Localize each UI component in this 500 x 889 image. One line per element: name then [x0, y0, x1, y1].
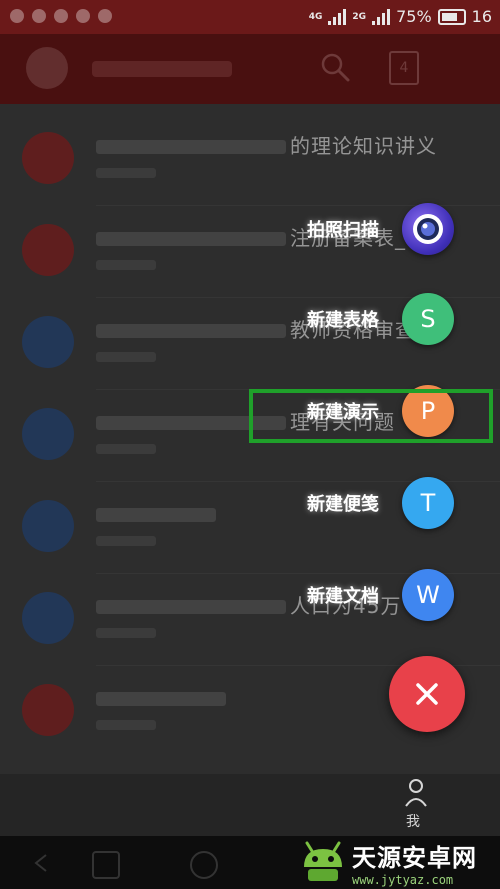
- app-title: [92, 61, 232, 77]
- document-glyph: W: [416, 581, 440, 609]
- fab-label-note[interactable]: 新建便笺: [307, 490, 379, 516]
- file-type-icon: [22, 684, 74, 736]
- notification-icon: [32, 9, 46, 23]
- list-item-subtitle: [96, 536, 156, 546]
- fab-close-button[interactable]: [389, 656, 465, 732]
- fab-item-sheet[interactable]: 新建表格 S: [0, 288, 500, 348]
- list-item-subtitle: [96, 444, 156, 454]
- fab-label-scan[interactable]: 拍照扫描: [307, 216, 379, 242]
- spreadsheet-icon[interactable]: S: [402, 293, 454, 345]
- watermark-url: www.jytyaz.com: [352, 873, 454, 887]
- fab-item-note[interactable]: 新建便笺 T: [0, 472, 500, 532]
- close-icon: [416, 683, 438, 705]
- list-item-title: [96, 692, 226, 706]
- note-icon[interactable]: T: [402, 477, 454, 529]
- notification-icon: [98, 9, 112, 23]
- list-item-title: [96, 140, 286, 154]
- watermark: 天源安卓网 www.jytyaz.com: [300, 836, 500, 889]
- back-icon[interactable]: [30, 851, 54, 875]
- list-item[interactable]: 的理论知识讲义: [0, 114, 500, 206]
- signal-icon: [372, 8, 391, 25]
- list-item-subtitle: [96, 260, 156, 270]
- circle-button[interactable]: [190, 851, 218, 879]
- network-type-2: 2G: [352, 11, 367, 22]
- person-icon[interactable]: [404, 778, 428, 808]
- highlight-box: [249, 389, 493, 443]
- list-item-title-visible: 的理论知识讲义: [290, 134, 437, 158]
- fab-label-sheet[interactable]: 新建表格: [307, 306, 379, 332]
- list-item-subtitle: [96, 628, 156, 638]
- fab-item-document[interactable]: 新建文档 W: [0, 564, 500, 624]
- tabs-icon[interactable]: 4: [389, 51, 419, 85]
- list-item-subtitle: [96, 720, 156, 730]
- nav-item-me[interactable]: 我: [406, 811, 420, 831]
- notification-icons: [10, 9, 112, 23]
- fab-label-document[interactable]: 新建文档: [307, 582, 379, 608]
- notification-icon: [10, 9, 24, 23]
- app-bar: 4: [0, 34, 500, 104]
- camera-icon[interactable]: [402, 203, 454, 255]
- android-logo-icon: [304, 841, 342, 881]
- app-logo[interactable]: [26, 47, 68, 89]
- signal-icon: [328, 8, 347, 25]
- nav-item-files[interactable]: [236, 782, 286, 828]
- notification-icon: [76, 9, 90, 23]
- network-type-1: 4G: [308, 11, 323, 22]
- document-icon[interactable]: W: [402, 569, 454, 621]
- notification-icon: [54, 9, 68, 23]
- list-item-subtitle: [96, 352, 156, 362]
- spreadsheet-glyph: S: [420, 305, 436, 333]
- file-type-icon: [22, 132, 74, 184]
- search-icon[interactable]: [320, 52, 350, 82]
- status-indicators: 4G 2G 75% 16: [309, 7, 492, 26]
- home-button[interactable]: [92, 851, 120, 879]
- battery-icon: [437, 8, 466, 25]
- watermark-name: 天源安卓网: [352, 844, 477, 872]
- nav-item-recent[interactable]: [58, 782, 108, 828]
- battery-percent: 75%: [396, 7, 432, 26]
- clock: 16: [471, 7, 492, 26]
- note-glyph: T: [420, 489, 436, 517]
- fab-item-scan[interactable]: 拍照扫描: [0, 198, 500, 258]
- status-bar: 4G 2G 75% 16: [0, 0, 500, 34]
- list-item-subtitle: [96, 168, 156, 178]
